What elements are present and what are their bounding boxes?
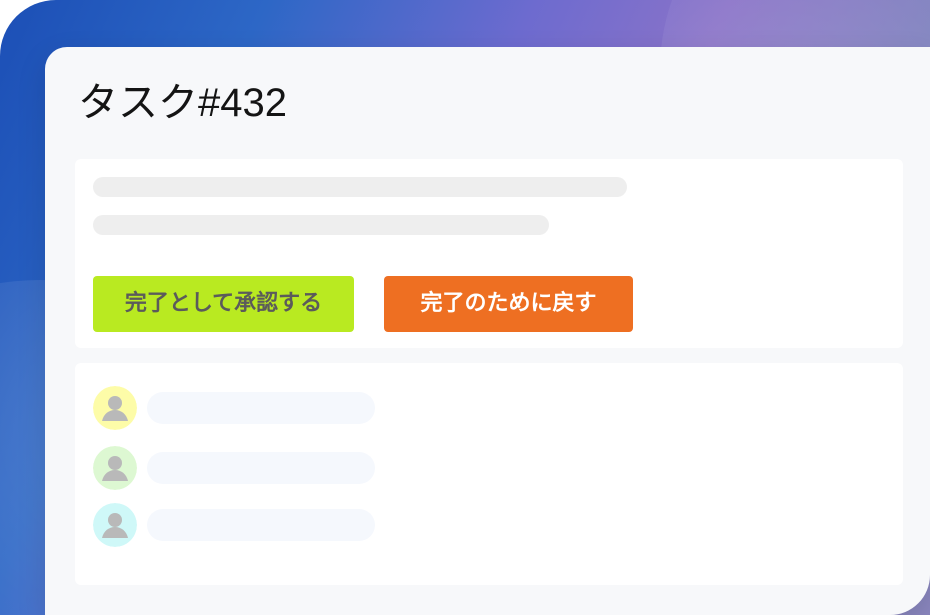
return-for-completion-button[interactable]: 完了のために戻す bbox=[384, 276, 633, 332]
avatar bbox=[93, 503, 137, 547]
comments-card bbox=[75, 363, 903, 585]
user-icon bbox=[93, 386, 137, 430]
avatar bbox=[93, 446, 137, 490]
user-icon bbox=[93, 503, 137, 547]
loading-line bbox=[93, 215, 549, 235]
name-placeholder bbox=[147, 392, 375, 424]
name-placeholder bbox=[147, 509, 375, 541]
list-item bbox=[93, 386, 393, 430]
avatar bbox=[93, 386, 137, 430]
task-panel: タスク#432 完了として承認する 完了のために戻す bbox=[45, 47, 930, 615]
list-item bbox=[93, 446, 393, 490]
task-details-card: 完了として承認する 完了のために戻す bbox=[75, 159, 903, 348]
user-icon bbox=[93, 446, 137, 490]
name-placeholder bbox=[147, 452, 375, 484]
loading-line bbox=[93, 177, 627, 197]
page-title: タスク#432 bbox=[78, 81, 287, 125]
list-item bbox=[93, 503, 393, 547]
approve-as-complete-button[interactable]: 完了として承認する bbox=[93, 276, 354, 332]
